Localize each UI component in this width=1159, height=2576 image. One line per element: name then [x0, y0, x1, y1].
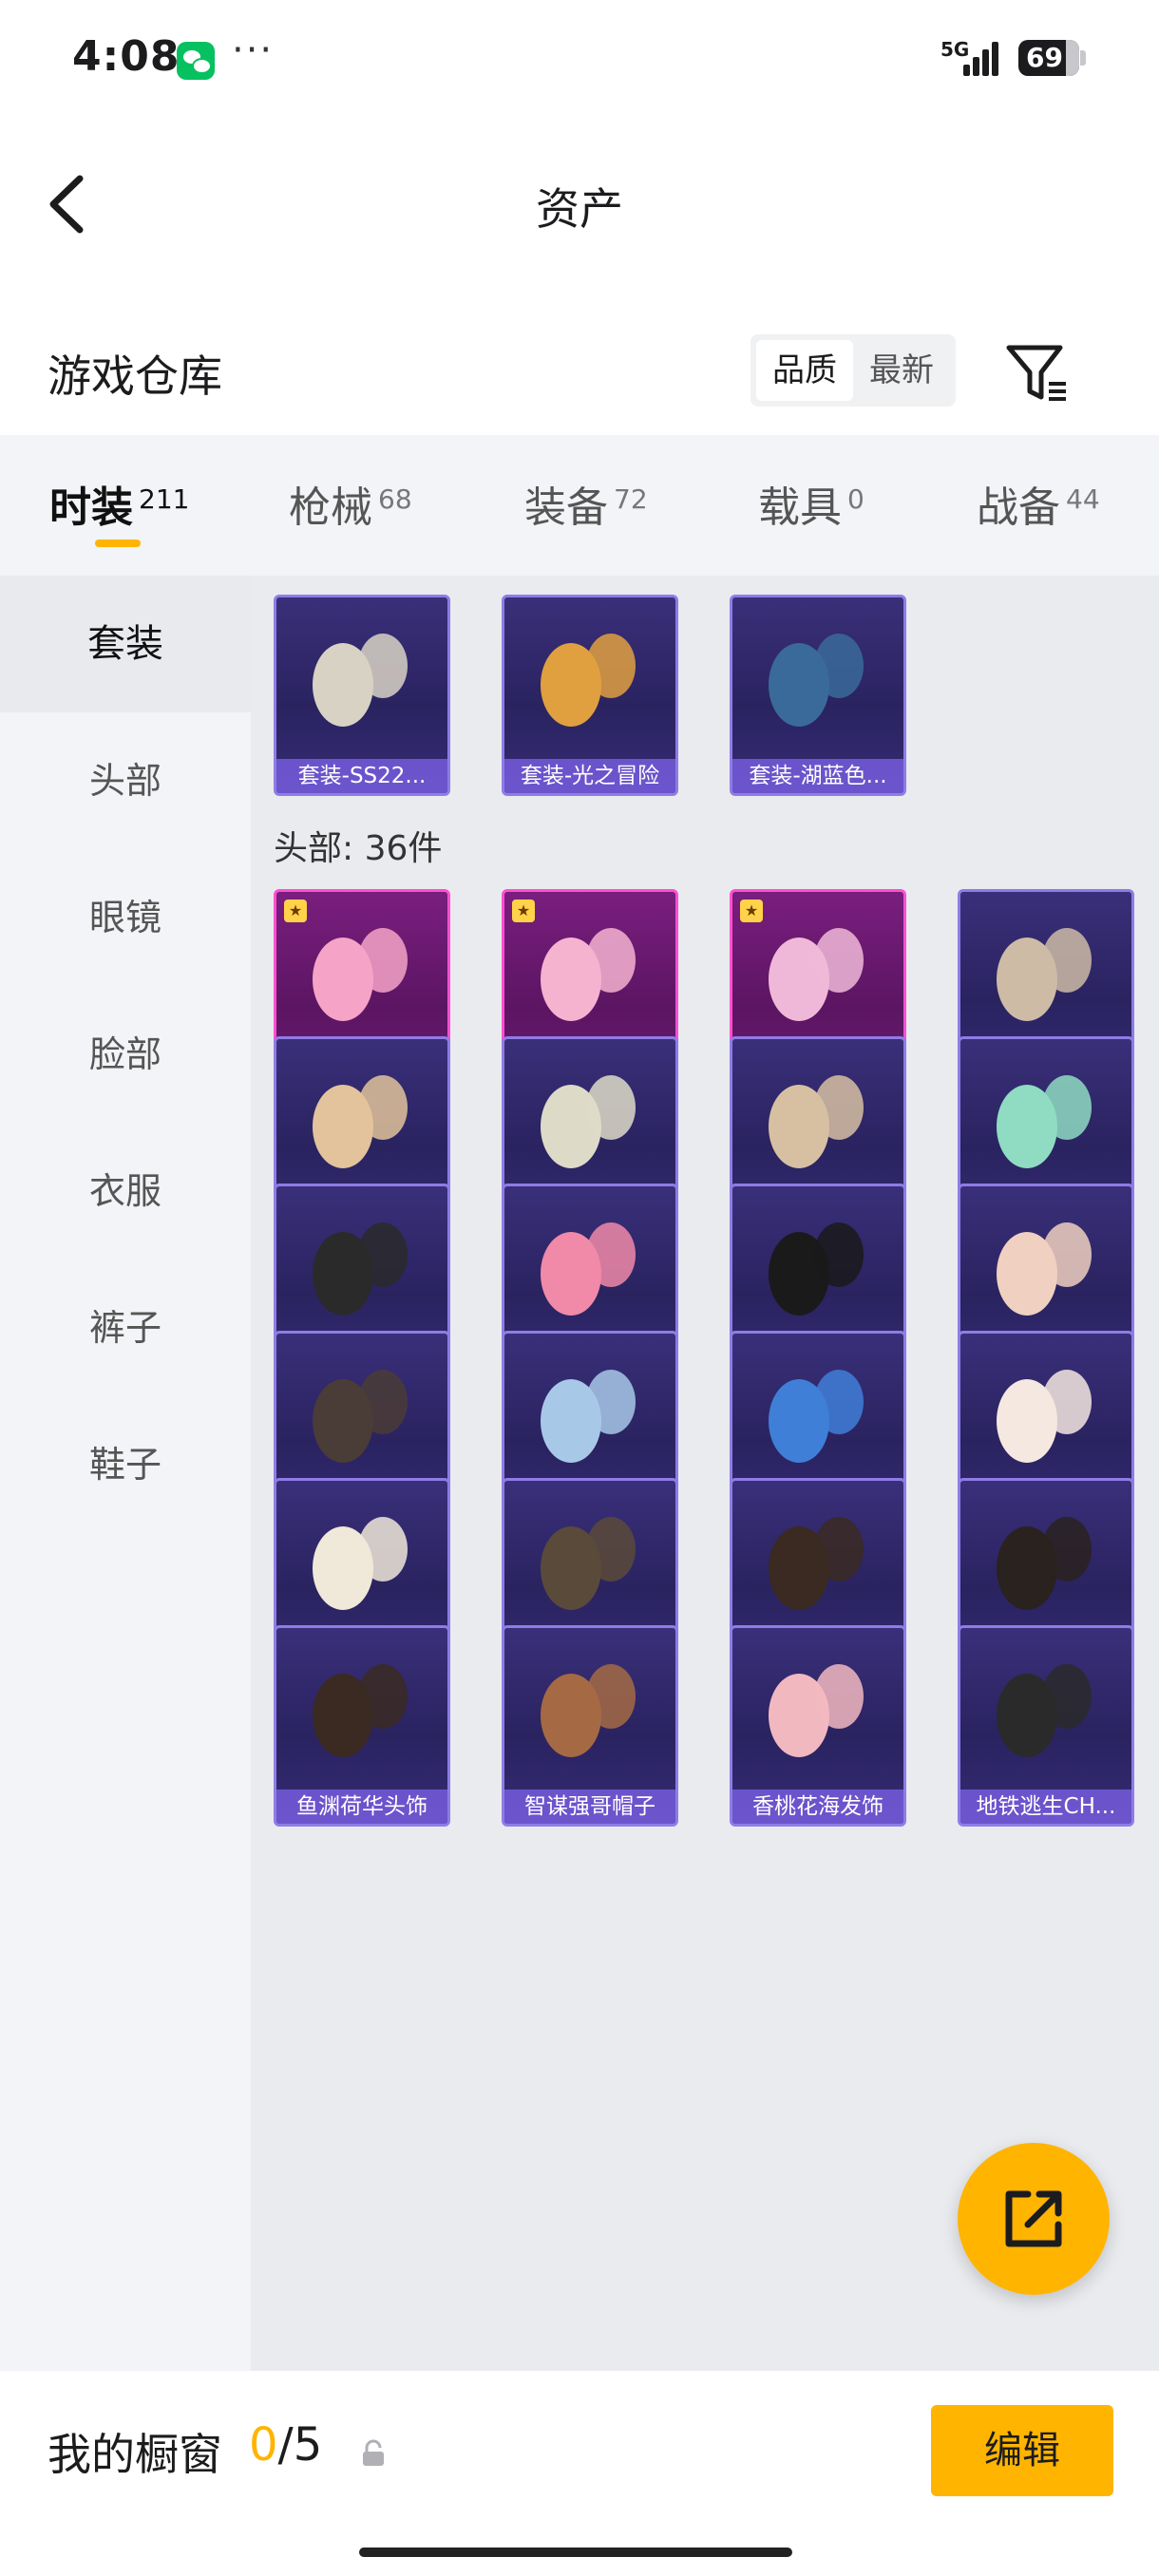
showcase-total: /5 [277, 2418, 323, 2472]
shirt-badge-icon: ★ [512, 900, 535, 922]
item-thumbnail [313, 1370, 408, 1463]
item-thumbnail [313, 1222, 408, 1316]
tab-label: 装备 [524, 483, 608, 532]
item-thumbnail [997, 928, 1092, 1021]
sort-newest-button[interactable]: 最新 [853, 340, 950, 401]
item-grid: 头部: 36件 套装-SS22...套装-光之冒险套装-湖蓝色...★甜包·甜心… [251, 576, 1159, 2371]
tab-count: 68 [378, 483, 412, 515]
sidebar-item-suit[interactable]: 套装 [0, 576, 251, 712]
item-thumbnail [997, 1222, 1092, 1316]
signal-icon [963, 38, 1001, 76]
tab-label: 战备 [977, 483, 1060, 532]
item-thumbnail [541, 634, 636, 727]
item-card[interactable]: 地铁逃生CH... [958, 1625, 1134, 1827]
tab-firearms[interactable]: 枪械 68 [289, 473, 412, 532]
sidebar-item-pants[interactable]: 裤子 [0, 1260, 251, 1396]
tab-fashion[interactable]: 时装 211 [49, 473, 190, 532]
item-thumbnail [541, 1517, 636, 1610]
sort-quality-button[interactable]: 品质 [756, 340, 853, 401]
tab-count: 0 [847, 483, 864, 515]
item-card[interactable]: 套装-光之冒险 [502, 595, 678, 796]
tab-vehicles[interactable]: 载具 0 [758, 473, 864, 532]
warehouse-title: 游戏仓库 [48, 350, 222, 402]
sidebar-item-head[interactable]: 头部 [0, 712, 251, 849]
item-thumbnail [769, 1222, 864, 1316]
battery-level: 69 [1026, 42, 1063, 73]
item-name: 套装-SS22... [276, 759, 447, 793]
item-thumbnail [541, 1370, 636, 1463]
section-header: 游戏仓库 品质 最新 [0, 313, 1159, 427]
more-notifications-icon: ··· [232, 28, 275, 72]
item-thumbnail [997, 1517, 1092, 1610]
active-tab-indicator [95, 540, 141, 547]
tab-equipment[interactable]: 装备 72 [524, 473, 648, 532]
item-card[interactable]: 鱼渊荷华头饰 [274, 1625, 450, 1827]
tab-count: 44 [1066, 483, 1100, 515]
item-thumbnail [769, 1370, 864, 1463]
status-bar: 4:08 ··· 5G 69 [0, 0, 1159, 114]
sidebar: 套装 头部 眼镜 脸部 衣服 裤子 鞋子 [0, 576, 251, 2371]
sidebar-item-shoes[interactable]: 鞋子 [0, 1396, 251, 1533]
item-thumbnail [997, 1075, 1092, 1168]
item-card[interactable]: 套装-SS22... [274, 595, 450, 796]
item-thumbnail [541, 1664, 636, 1757]
item-thumbnail [997, 1664, 1092, 1757]
item-name: 鱼渊荷华头饰 [276, 1790, 447, 1824]
item-name: 套装-光之冒险 [504, 759, 675, 793]
tab-count: 211 [139, 483, 190, 515]
item-thumbnail [541, 1075, 636, 1168]
tab-label: 枪械 [289, 483, 372, 532]
showcase-used: 0 [249, 2418, 278, 2472]
item-card[interactable]: 香桃花海发饰 [730, 1625, 906, 1827]
header: 资产 [0, 142, 1159, 266]
item-card[interactable]: 智谋强哥帽子 [502, 1625, 678, 1827]
item-name: 智谋强哥帽子 [504, 1790, 675, 1824]
item-thumbnail [769, 634, 864, 727]
share-icon [1005, 2190, 1062, 2247]
shirt-badge-icon: ★ [284, 900, 307, 922]
item-card[interactable]: 套装-湖蓝色... [730, 595, 906, 796]
tab-count: 72 [614, 483, 648, 515]
lock-icon [363, 2439, 384, 2466]
sidebar-item-glasses[interactable]: 眼镜 [0, 849, 251, 986]
shirt-badge-icon: ★ [740, 900, 763, 922]
edit-button[interactable]: 编辑 [931, 2405, 1113, 2496]
showcase-bar: 我的橱窗 0/5 编辑 [0, 2371, 1159, 2576]
status-time: 4:08 [72, 32, 180, 81]
item-thumbnail [769, 1664, 864, 1757]
item-thumbnail [769, 1517, 864, 1610]
tab-label: 载具 [758, 483, 842, 532]
item-thumbnail [541, 1222, 636, 1316]
item-thumbnail [313, 1664, 408, 1757]
sidebar-item-face[interactable]: 脸部 [0, 986, 251, 1123]
home-indicator [359, 2548, 792, 2557]
item-name: 地铁逃生CH... [960, 1790, 1131, 1824]
item-name: 香桃花海发饰 [732, 1790, 903, 1824]
tab-label: 时装 [49, 483, 133, 532]
filter-button[interactable] [1003, 338, 1072, 407]
item-thumbnail [313, 634, 408, 727]
page-title: 资产 [536, 183, 623, 235]
item-name: 套装-湖蓝色... [732, 759, 903, 793]
showcase-label: 我的橱窗 [48, 2429, 222, 2480]
battery-icon: 69 [1018, 40, 1079, 76]
item-thumbnail [997, 1370, 1092, 1463]
category-tabs: 时装 211 枪械 68 装备 72 载具 0 战备 44 [0, 435, 1159, 576]
share-button[interactable] [958, 2143, 1110, 2295]
tab-supplies[interactable]: 战备 44 [977, 473, 1100, 532]
head-section-label: 头部: 36件 [274, 829, 443, 868]
item-thumbnail [769, 1075, 864, 1168]
filter-icon [1006, 345, 1066, 401]
showcase-count: 0/5 [249, 2418, 322, 2472]
item-thumbnail [313, 1075, 408, 1168]
sidebar-item-clothes[interactable]: 衣服 [0, 1123, 251, 1260]
item-thumbnail [313, 1517, 408, 1610]
sort-toggle: 品质 最新 [750, 334, 956, 407]
wechat-notification-icon [177, 42, 215, 80]
